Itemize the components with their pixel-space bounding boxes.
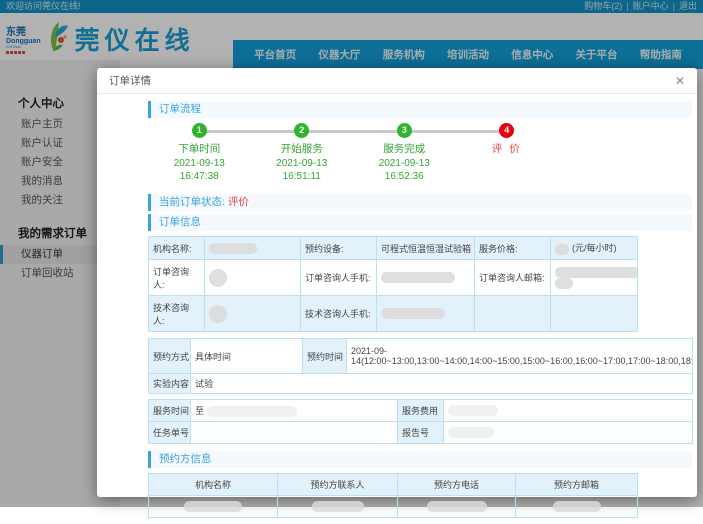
redacted-value [448, 405, 498, 416]
close-icon[interactable]: ✕ [675, 75, 685, 87]
redacted-value [381, 272, 455, 283]
redacted-value [448, 427, 494, 438]
redacted-value [207, 406, 297, 417]
step-number-badge: 2 [294, 123, 309, 138]
redacted-value [209, 269, 227, 287]
status-value: 评价 [228, 196, 249, 208]
step-service-started: 2 开始服务 2021-09-13 16:51:11 [251, 123, 354, 183]
modal-header: 订单详情 ✕ [97, 68, 697, 94]
modal-body: 订单流程 1 下单时间 2021-09-13 16:47:38 2 开始服务 2… [97, 94, 697, 524]
device-value: 可程式恒温恒湿试验箱 [377, 237, 475, 260]
redacted-value [381, 308, 445, 319]
step-number-badge: 3 [397, 123, 412, 138]
section-order-flow: 订单流程 [148, 101, 692, 118]
order-info-table: 机构名称: 预约设备: 可程式恒温恒湿试验箱 服务价格: (元/每小时) 订单咨… [148, 236, 638, 332]
redacted-value [555, 267, 638, 278]
reserver-table: 机构名称 预约方联系人 预约方电话 预约方邮箱 [148, 473, 638, 518]
redacted-value [209, 305, 227, 323]
section-order-info: 订单信息 [148, 214, 692, 231]
order-steps: 1 下单时间 2021-09-13 16:47:38 2 开始服务 2021-0… [148, 123, 558, 187]
step-review: 4 评 价 [456, 123, 559, 183]
step-order-placed: 1 下单时间 2021-09-13 16:47:38 [148, 123, 251, 183]
section-reserver-info: 预约方信息 [148, 451, 692, 468]
service-table: 服务时间 至 服务费用 任务单号 报告号 [148, 399, 693, 444]
step-number-badge: 4 [499, 123, 514, 138]
order-detail-modal: 订单详情 ✕ 订单流程 1 下单时间 2021-09-13 16:47:38 2… [97, 68, 697, 497]
booking-time-value: 2021-09-14(12:00~13:00,13:00~14:00,14:00… [347, 339, 693, 374]
redacted-value [209, 243, 257, 254]
step-number-badge: 1 [192, 123, 207, 138]
step-service-completed: 3 服务完成 2021-09-13 16:52:36 [353, 123, 456, 183]
modal-title: 订单详情 [109, 73, 151, 88]
current-order-status: 当前订单状态: 评价 [148, 194, 692, 211]
redacted-value [555, 244, 569, 255]
redacted-value [555, 278, 573, 289]
booking-table: 预约方式 具体时间 预约时间 2021-09-14(12:00~13:00,13… [148, 338, 693, 394]
